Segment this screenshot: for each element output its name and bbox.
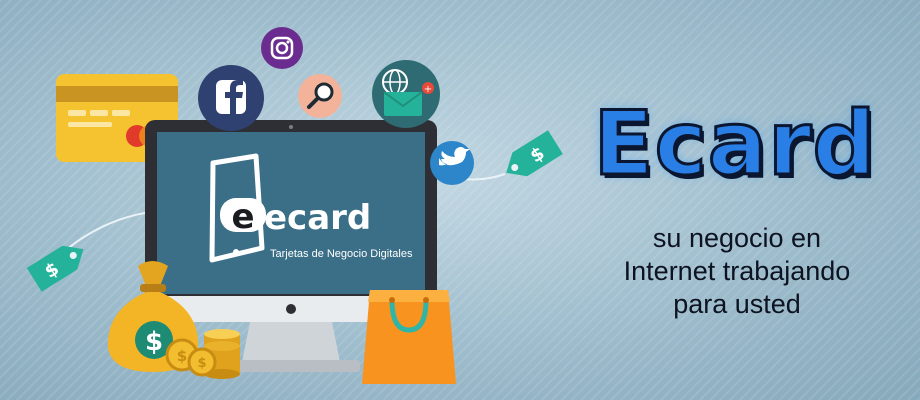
- shopping-bag-icon: [362, 290, 456, 384]
- logo-subtitle: Tarjetas de Negocio Digitales: [270, 248, 413, 260]
- twitter-icon: [430, 141, 474, 185]
- headline: Ecard: [592, 92, 877, 195]
- svg-text:$: $: [197, 356, 206, 371]
- tagline: su negocio en Internet trabajando para u…: [572, 222, 902, 321]
- svg-text:$: $: [145, 327, 163, 357]
- search-icon: [298, 74, 342, 118]
- price-tag-icon: $: [26, 245, 84, 292]
- facebook-icon: [198, 65, 264, 131]
- instagram-icon: [261, 27, 303, 69]
- tagline-line-2: Internet trabajando: [623, 256, 851, 286]
- svg-text:+: +: [424, 84, 432, 95]
- price-tag-icon-right: $: [506, 130, 563, 177]
- svg-text:$: $: [177, 347, 187, 365]
- tagline-line-1: su negocio en: [652, 223, 822, 253]
- logo-wordmark-initial: e: [231, 197, 254, 237]
- web-mail-icon: +: [372, 60, 440, 128]
- hero-illustration: e ecard Tarjetas de Negocio Digitales +: [26, 27, 563, 384]
- tagline-line-3: para usted: [673, 289, 801, 319]
- logo-wordmark: ecard: [264, 198, 371, 238]
